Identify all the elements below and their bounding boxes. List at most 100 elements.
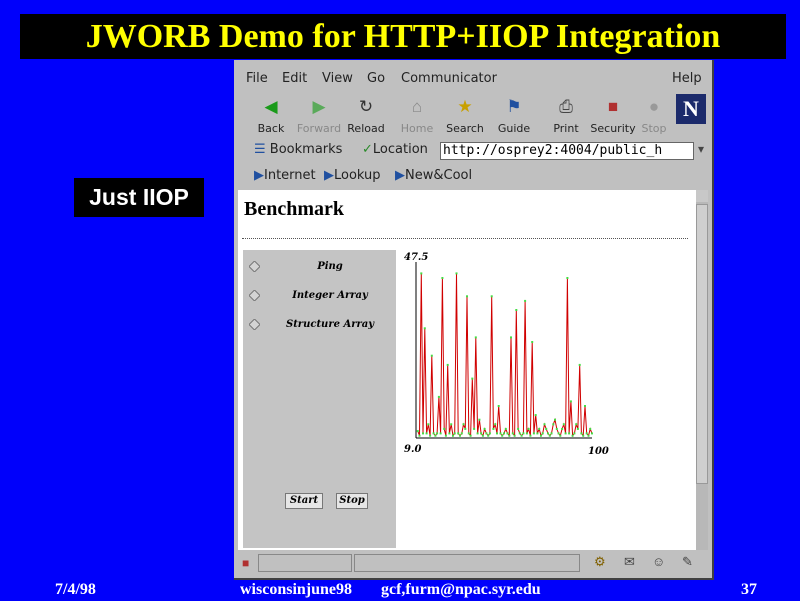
menu-view[interactable]: View xyxy=(322,71,353,86)
data-point xyxy=(582,434,585,437)
print-button[interactable]: ⎙ Print xyxy=(542,94,590,138)
data-point xyxy=(566,277,569,279)
data-point xyxy=(559,434,562,437)
data-point xyxy=(515,309,518,311)
scroll-thumb[interactable] xyxy=(696,204,708,484)
bookmark-icon: ▶ xyxy=(254,168,264,183)
print-icon: ⎙ xyxy=(559,97,573,116)
status-message xyxy=(354,554,580,572)
data-point xyxy=(562,423,565,426)
security-status-icon[interactable]: ■ xyxy=(242,556,249,570)
location-dropdown-icon[interactable]: ▾ xyxy=(698,142,704,156)
data-point xyxy=(527,427,530,430)
benchmark-options-panel: Ping Integer Array Structure Array Start… xyxy=(243,250,396,548)
data-point xyxy=(580,432,583,435)
menu-help[interactable]: Help xyxy=(672,71,702,86)
radio-ping[interactable] xyxy=(249,261,260,272)
url-field[interactable]: http://osprey2:4004/public_h xyxy=(440,142,694,160)
mail-icon[interactable]: ✉ xyxy=(624,554,635,570)
data-point xyxy=(545,427,548,430)
data-point xyxy=(504,427,507,430)
data-point xyxy=(494,423,497,426)
data-point xyxy=(585,432,588,435)
page-content: Benchmark Ping Integer Array Structure A… xyxy=(238,190,706,550)
data-point xyxy=(522,432,525,435)
data-point xyxy=(432,432,435,435)
component-bar-icon[interactable]: ⚙ xyxy=(594,554,606,570)
data-point xyxy=(450,423,453,426)
stop-benchmark-button[interactable]: Stop xyxy=(336,493,368,509)
data-point xyxy=(503,432,505,435)
data-point xyxy=(429,434,432,437)
data-point xyxy=(578,363,581,366)
menu-file[interactable]: File xyxy=(246,71,268,86)
scroll-up-arrow[interactable] xyxy=(696,190,708,202)
x-max-tick-label: 100 xyxy=(588,446,609,457)
data-point xyxy=(453,432,456,435)
data-point xyxy=(460,432,463,435)
data-point xyxy=(481,434,484,437)
data-point xyxy=(434,434,437,437)
option-ping-label: Ping xyxy=(317,261,343,272)
netscape-logo: N xyxy=(676,94,706,124)
data-point xyxy=(474,336,477,339)
forward-button[interactable]: ▶ Forward xyxy=(295,94,343,138)
data-point xyxy=(587,434,590,437)
guide-button[interactable]: ⚑ Guide xyxy=(490,94,538,138)
data-point xyxy=(536,432,539,435)
data-point xyxy=(591,432,593,435)
bookmarks-button[interactable]: ☰ Bookmarks xyxy=(254,142,342,157)
data-point xyxy=(485,432,488,435)
data-point xyxy=(589,427,592,430)
data-point xyxy=(529,434,532,437)
data-point xyxy=(448,432,451,435)
data-point xyxy=(436,432,439,435)
data-point xyxy=(499,432,502,435)
search-button[interactable]: ★ Search xyxy=(441,94,489,138)
start-button[interactable]: Start xyxy=(285,493,323,509)
y-max-tick-label: 47.5 xyxy=(404,252,428,263)
series-line xyxy=(417,273,593,438)
data-point xyxy=(541,432,544,435)
composer-icon[interactable]: ✎ xyxy=(682,554,693,570)
home-button[interactable]: ⌂ Home xyxy=(393,94,441,138)
data-point xyxy=(443,427,446,430)
data-point xyxy=(473,427,476,430)
menu-edit[interactable]: Edit xyxy=(282,71,307,86)
personal-internet-link[interactable]: ▶Internet xyxy=(254,168,316,183)
menu-go[interactable]: Go xyxy=(367,71,385,86)
radio-structure-array[interactable] xyxy=(249,319,260,330)
data-point xyxy=(490,295,493,298)
back-button[interactable]: ◀ Back xyxy=(247,94,295,138)
data-point xyxy=(511,432,514,435)
data-point xyxy=(496,432,498,435)
stop-button[interactable]: ● Stop xyxy=(639,94,669,138)
data-point xyxy=(480,432,483,435)
forward-arrow-icon: ▶ xyxy=(312,97,326,116)
personal-newcool-link[interactable]: ▶New&Cool xyxy=(395,168,472,183)
data-point xyxy=(469,434,472,437)
search-icon: ★ xyxy=(457,97,473,116)
data-point xyxy=(418,434,421,437)
option-integer-array-label: Integer Array xyxy=(292,290,368,301)
data-point xyxy=(524,299,527,302)
data-point xyxy=(575,423,578,426)
data-point xyxy=(437,395,440,398)
data-point xyxy=(538,427,541,430)
radio-integer-array[interactable] xyxy=(249,290,260,301)
discussion-icon[interactable]: ☺ xyxy=(652,554,665,569)
menu-communicator[interactable]: Communicator xyxy=(401,71,497,86)
option-structure-array-label: Structure Array xyxy=(285,319,375,330)
benchmark-chart: 47.5 9.0 100 xyxy=(404,252,609,457)
data-point xyxy=(441,277,444,279)
data-point xyxy=(510,336,512,339)
data-point xyxy=(476,432,479,435)
data-point xyxy=(462,423,465,426)
reload-button[interactable]: ↻ Reload xyxy=(342,94,390,138)
bookmarks-icon: ☰ xyxy=(254,142,270,157)
data-point xyxy=(548,434,551,437)
security-button[interactable]: ■ Security xyxy=(589,94,637,138)
vertical-scrollbar[interactable] xyxy=(696,190,708,550)
data-point xyxy=(483,427,486,430)
personal-lookup-link[interactable]: ▶Lookup xyxy=(324,168,381,183)
